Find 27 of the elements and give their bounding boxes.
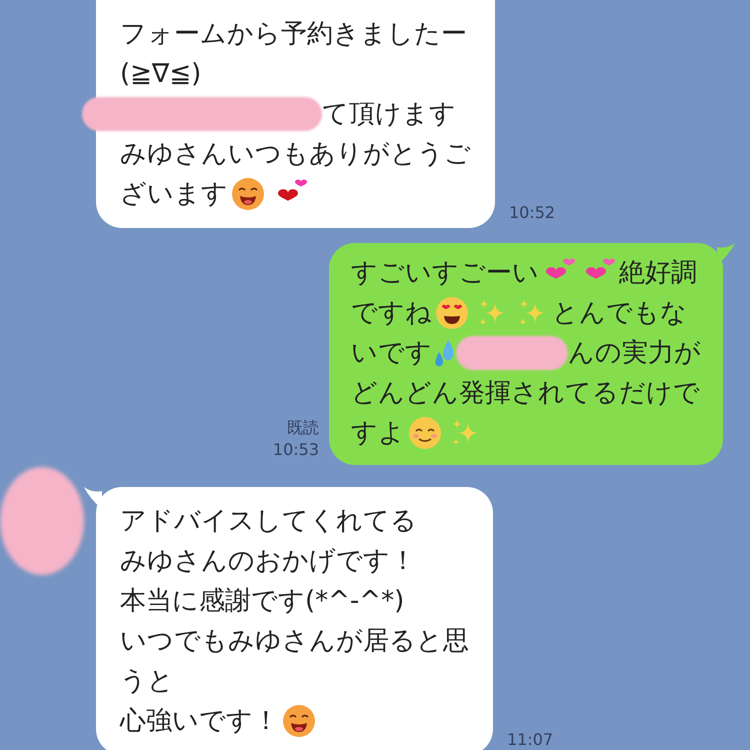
message-text: 心強いです！ <box>120 704 279 738</box>
message-text: んの実力が <box>568 336 701 370</box>
smiling-face-icon <box>408 416 442 450</box>
message-text: すごいすごーい <box>351 256 539 290</box>
message-text: すよ <box>351 416 405 450</box>
message-text: いつでもみゆさんが居ると思 <box>120 624 469 658</box>
message-text: うと <box>120 664 174 698</box>
message-text: とんでもな <box>552 296 687 330</box>
message-text: 絶好調 <box>619 256 697 290</box>
message-text: どんどん発揮されてるだけで <box>351 376 700 410</box>
message-text: フォームから予約きましたー <box>120 18 467 50</box>
message-text: ざいます <box>120 178 228 210</box>
message-text: みゆさんいつもありがとうご <box>120 138 471 170</box>
grinning-face-icon <box>231 177 265 211</box>
message-text: ですね <box>351 296 432 330</box>
message-text: て頂けます <box>322 98 456 130</box>
message-text: 本当に感謝です(*^-^*) <box>120 584 404 618</box>
message-text: (≧∇≦) <box>120 58 202 90</box>
message-text: いです <box>351 336 432 370</box>
message-text: みゆさんのおかげです！ <box>120 544 416 578</box>
timestamp: 10:52 <box>509 202 556 224</box>
message-text: アドバイスしてくれてる <box>120 504 417 538</box>
timestamp: 10:53 <box>272 439 319 461</box>
timestamp: 11:07 <box>507 729 554 750</box>
read-receipt: 既読 <box>287 417 319 439</box>
heart-eyes-face-icon <box>435 296 469 330</box>
grinning-face-icon <box>282 704 316 738</box>
